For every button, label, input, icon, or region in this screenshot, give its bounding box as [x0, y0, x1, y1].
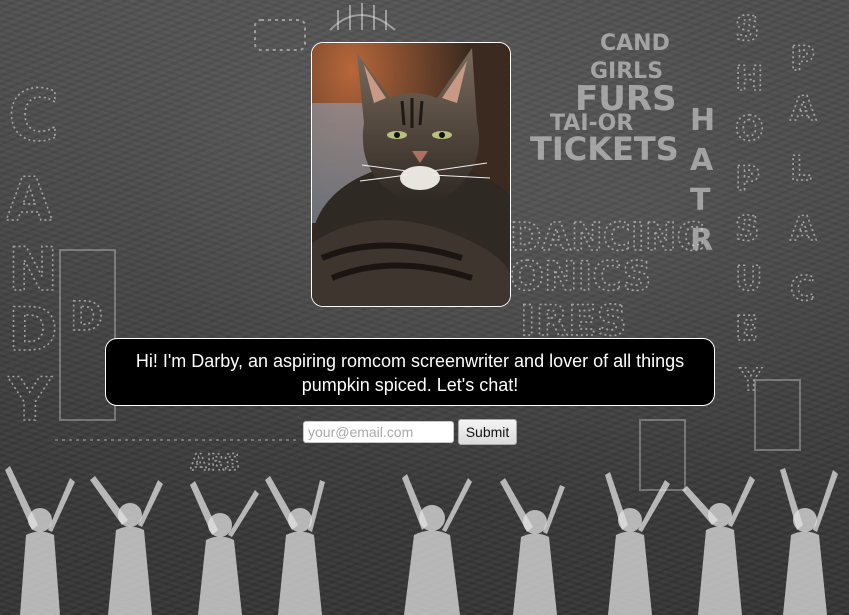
chorus-line-dancers	[5, 466, 838, 615]
svg-text:Y: Y	[7, 365, 53, 435]
svg-text:D: D	[70, 294, 103, 340]
svg-text:C: C	[790, 269, 815, 309]
svg-text:ARS: ARS	[190, 451, 240, 476]
svg-text:A: A	[690, 143, 714, 178]
svg-text:O: O	[735, 109, 764, 149]
submit-button[interactable]: Submit	[458, 419, 517, 445]
svg-text:T: T	[690, 183, 711, 218]
svg-text:H: H	[735, 59, 763, 99]
left-marquee-lettering: C A N D Y D ARS	[5, 74, 240, 477]
intro-message-bubble: Hi! I'm Darby, an aspiring romcom screen…	[105, 338, 715, 406]
intro-message-text: Hi! I'm Darby, an aspiring romcom screen…	[135, 351, 685, 395]
svg-text:ONICS: ONICS	[510, 254, 651, 300]
svg-text:S: S	[735, 209, 760, 249]
svg-text:D: D	[8, 295, 58, 365]
svg-text:R: R	[690, 223, 713, 258]
svg-text:A: A	[6, 165, 53, 235]
svg-text:A: A	[790, 209, 817, 249]
email-signup-form: Submit	[303, 419, 517, 445]
svg-text:H: H	[690, 103, 715, 138]
profile-photo	[311, 42, 511, 307]
svg-text:L: L	[790, 149, 812, 189]
svg-text:S: S	[735, 9, 760, 49]
svg-text:DANCINC: DANCINC	[510, 215, 704, 259]
email-input[interactable]	[303, 421, 454, 443]
svg-text:TICKETS: TICKETS	[530, 130, 679, 168]
svg-text:A: A	[790, 89, 817, 129]
svg-text:P: P	[735, 159, 760, 199]
svg-text:E: E	[735, 309, 758, 349]
tabby-cat-photo-icon	[312, 43, 510, 306]
svg-text:U: U	[735, 259, 763, 299]
svg-text:P: P	[790, 39, 815, 79]
svg-text:CAND: CAND	[600, 31, 670, 56]
svg-text:C: C	[8, 75, 59, 157]
